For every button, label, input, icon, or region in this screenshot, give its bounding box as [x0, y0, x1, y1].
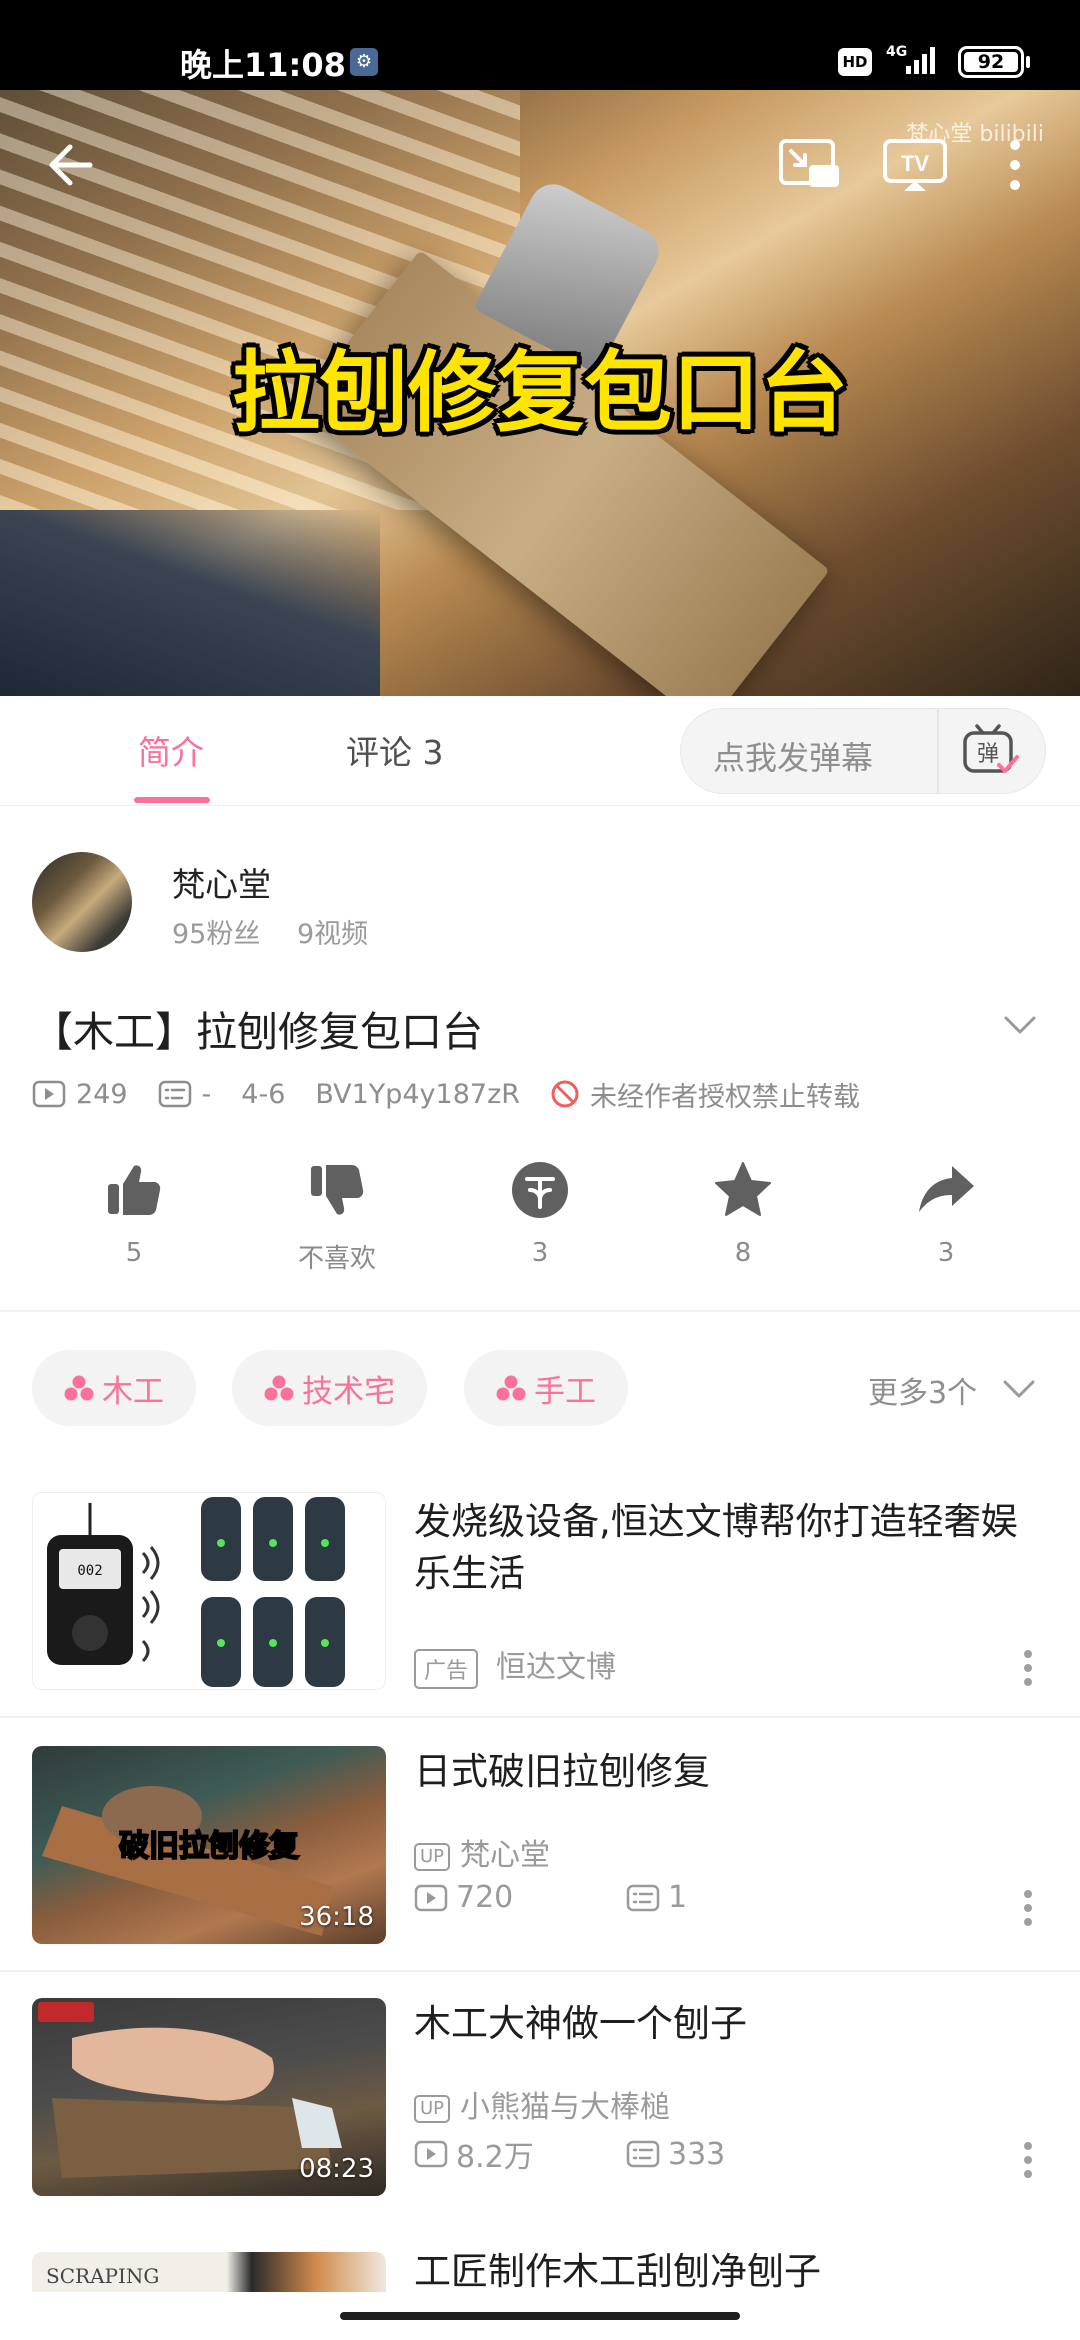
tag-icon	[496, 1375, 526, 1401]
list-item-ad[interactable]: 002 发烧级设备,恒达文博帮你打造轻奢娱乐生活 广告 恒达文博	[0, 1492, 1080, 1696]
share-button[interactable]: 3	[866, 1160, 1026, 1268]
tab-bar: 简介 评论 3 点我发弹幕 弹	[0, 696, 1080, 806]
more-tags-button[interactable]: 更多3个	[868, 1368, 977, 1412]
danmaku-count-icon	[626, 2140, 660, 2168]
thumbs-up-icon	[108, 1165, 161, 1215]
coin-button[interactable]: 3	[460, 1160, 620, 1268]
item-stats: 720 1	[414, 1880, 687, 1915]
more-vertical-icon[interactable]	[1022, 1888, 1034, 1928]
share-arrow-icon	[919, 1166, 974, 1212]
tab-comments[interactable]: 评论 3	[346, 726, 444, 774]
video-thumbnail: 08:23	[32, 1998, 386, 2196]
tag-chip[interactable]: 木工	[32, 1350, 196, 1426]
item-author: 广告 恒达文博	[414, 1642, 616, 1689]
tag-icon	[64, 1375, 94, 1401]
item-author: UP 小熊猫与大棒槌	[414, 2082, 670, 2126]
ad-thumb-screen: 002	[77, 1563, 102, 1579]
tag-chip[interactable]: 技术宅	[232, 1350, 427, 1426]
back-arrow-icon[interactable]	[40, 135, 110, 195]
tab-intro[interactable]: 简介	[138, 726, 204, 774]
gear-icon: ⚙	[350, 48, 378, 76]
video-duration: 36:18	[299, 1902, 374, 1932]
up-badge: UP	[414, 2094, 451, 2123]
video-player[interactable]: 拉刨修复包口台 梵心堂 bilibili TV	[0, 90, 1080, 696]
coin-icon	[512, 1162, 568, 1218]
video-title: 【木工】拉刨修复包口台	[32, 1008, 483, 1056]
item-title: 木工大神做一个刨子	[414, 2002, 747, 2045]
dislike-button[interactable]: 不喜欢	[257, 1160, 417, 1275]
hd-badge: HD	[838, 48, 872, 76]
uploader-fans: 95粉丝	[172, 919, 261, 950]
danmaku-count-icon	[626, 1884, 660, 1911]
list-item[interactable]: 破旧拉刨修复 36:18 日式破旧拉刨修复 UP 梵心堂 720 1	[0, 1746, 1080, 1946]
action-bar: 5 不喜欢 3 8 3	[0, 1160, 1080, 1310]
chevron-down-icon[interactable]	[1000, 1010, 1040, 1040]
status-bar: 晚上11:08 ⚙ HD 4G 92	[0, 0, 1080, 90]
battery-icon: 92	[958, 46, 1030, 78]
play-count-icon	[414, 1884, 448, 1911]
publish-date: 4-6	[241, 1078, 286, 1110]
tag-chip[interactable]: 手工	[464, 1350, 628, 1426]
home-indicator[interactable]	[340, 2312, 740, 2320]
battery-level: 92	[964, 52, 1018, 72]
item-title: 发烧级设备,恒达文博帮你打造轻奢娱乐生活	[414, 1500, 1018, 1595]
thumb-caption: SCRAPING	[46, 2264, 160, 2288]
forbidden-icon	[551, 1080, 579, 1108]
video-meta: 249 - 4-6 BV1Yp4y187zR 未经作者授权禁止转载	[32, 1074, 890, 1114]
item-stats: 8.2万 333	[414, 2132, 725, 2176]
item-title: 日式破旧拉刨修复	[414, 1750, 710, 1793]
picture-in-picture-icon[interactable]	[775, 135, 845, 195]
signal-icon	[906, 47, 935, 74]
thumbs-down-icon	[311, 1165, 364, 1215]
video-thumbnail: SCRAPING	[32, 2252, 386, 2292]
danmaku-placeholder: 点我发弹幕	[713, 739, 874, 777]
chevron-down-icon[interactable]	[1000, 1376, 1038, 1402]
danmaku-icon-text: 弹	[977, 742, 999, 767]
copyright-notice: 未经作者授权禁止转载	[550, 1075, 860, 1114]
ad-thumbnail: 002	[32, 1492, 386, 1690]
video-overlay-title: 拉刨修复包口台	[231, 341, 848, 444]
more-vertical-icon[interactable]	[1000, 135, 1030, 195]
up-badge: UP	[414, 1842, 451, 1871]
like-button[interactable]: 5	[54, 1160, 214, 1268]
thumb-caption: 破旧拉刨修复	[119, 1829, 299, 1864]
uploader-name[interactable]: 梵心堂	[172, 858, 271, 906]
danmaku-count-icon	[158, 1080, 191, 1108]
favorite-button[interactable]: 8	[663, 1160, 823, 1268]
item-title: 工匠制作木工刮刨净刨子	[414, 2252, 821, 2292]
video-thumbnail: 破旧拉刨修复 36:18	[32, 1746, 386, 1944]
uploader-videos: 9视频	[296, 919, 369, 950]
danmaku-toggle-icon[interactable]: 弹	[959, 721, 1021, 781]
list-item[interactable]: SCRAPING 工匠制作木工刮刨净刨子	[0, 2252, 1080, 2292]
bvid[interactable]: BV1Yp4y187zR	[315, 1079, 520, 1110]
more-vertical-icon[interactable]	[1022, 2140, 1034, 2180]
ad-badge: 广告	[414, 1648, 479, 1689]
status-time: 晚上11:08	[180, 46, 346, 84]
danmaku-input[interactable]: 点我发弹幕 弹	[680, 708, 1046, 794]
star-icon	[715, 1162, 771, 1216]
uploader-stats: 95粉丝 9视频	[172, 912, 396, 951]
svg-text:TV: TV	[901, 151, 929, 176]
tag-icon	[264, 1375, 294, 1401]
more-vertical-icon[interactable]	[1022, 1648, 1034, 1688]
tab-active-indicator	[134, 797, 210, 803]
play-count-icon	[414, 2140, 448, 2168]
video-duration: 08:23	[299, 2154, 374, 2184]
item-author: UP 梵心堂	[414, 1830, 550, 1874]
play-count: 249	[32, 1079, 128, 1110]
list-item[interactable]: 08:23 木工大神做一个刨子 UP 小熊猫与大棒槌 8.2万 333	[0, 1998, 1080, 2198]
danmaku-count: -	[158, 1079, 211, 1110]
tv-cast-icon[interactable]: TV	[880, 135, 950, 195]
avatar[interactable]	[32, 852, 132, 952]
play-count-icon	[32, 1080, 66, 1108]
